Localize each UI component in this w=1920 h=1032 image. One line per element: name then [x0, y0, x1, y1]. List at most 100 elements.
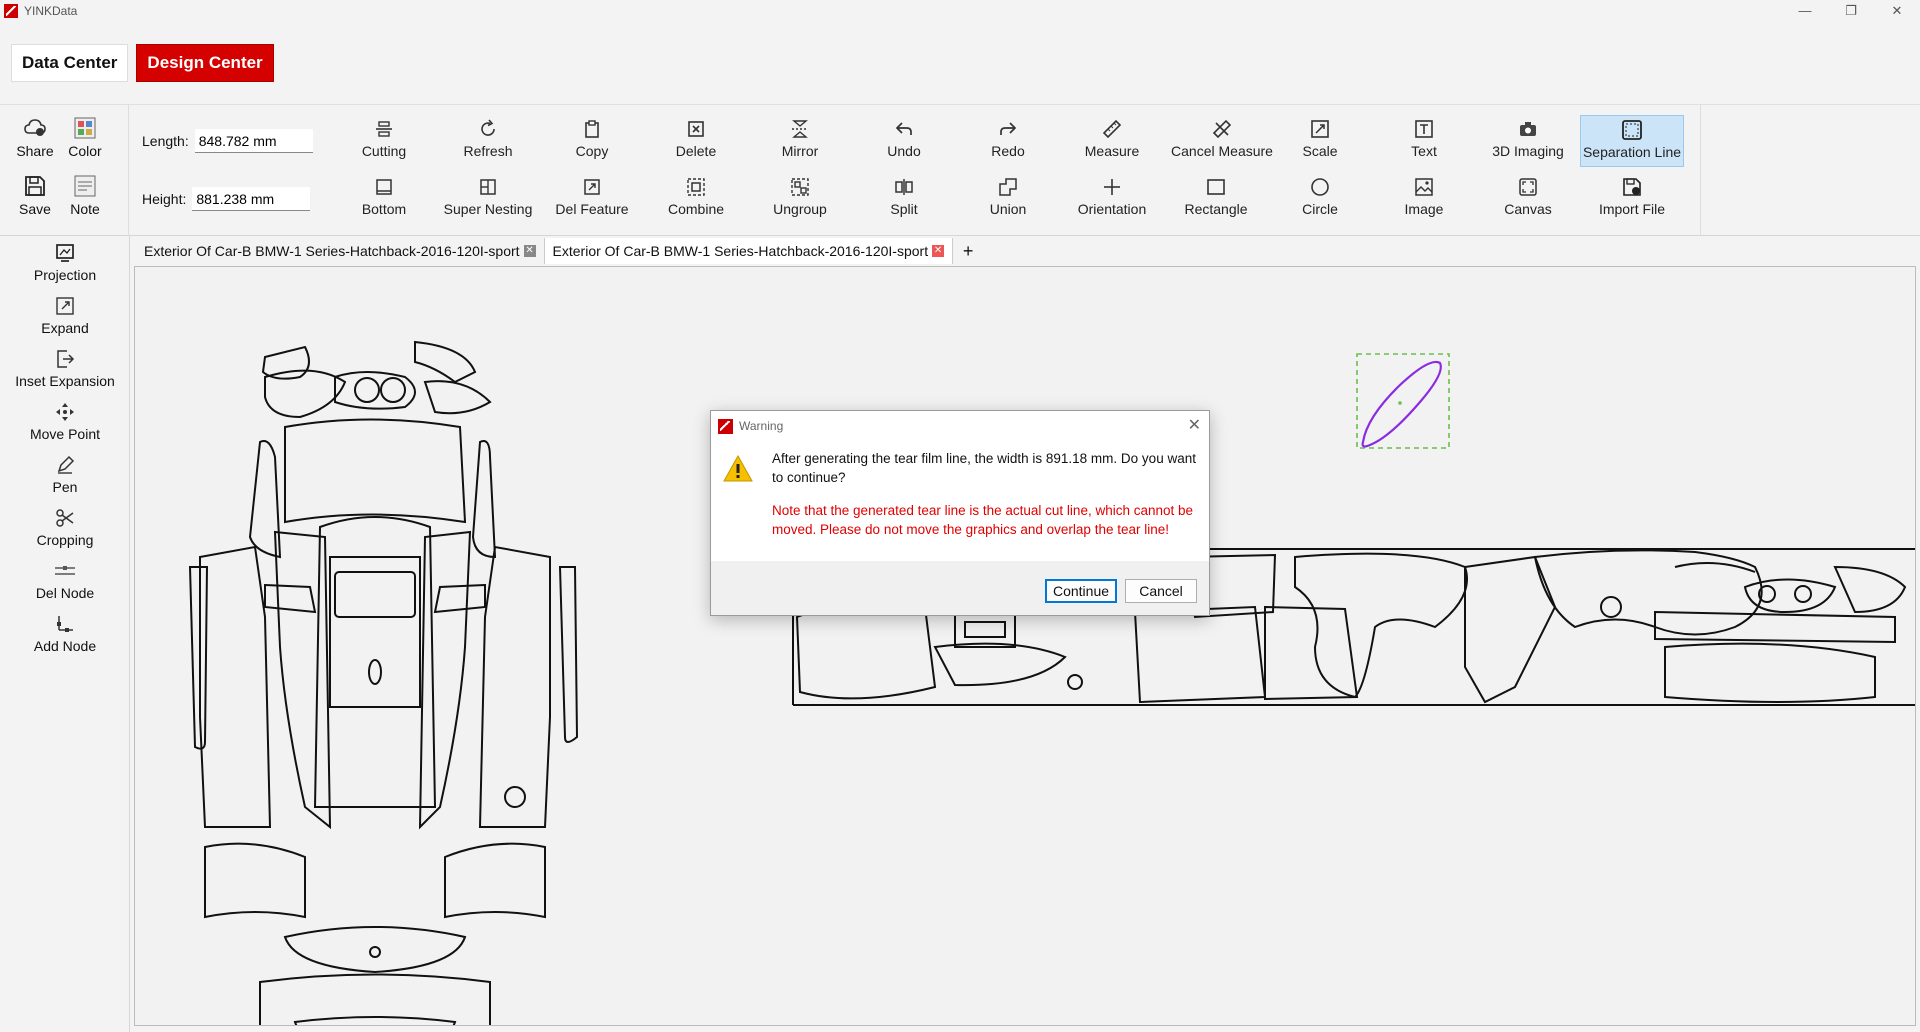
split-button[interactable]: Split: [852, 173, 956, 223]
expand-icon: [54, 295, 76, 317]
union-label: Union: [989, 201, 1027, 217]
delete-button[interactable]: Delete: [644, 115, 748, 165]
rectangle-label: Rectangle: [1184, 201, 1248, 217]
ribbon-divider-end: [1700, 104, 1701, 236]
3d-imaging-button[interactable]: 3D Imaging: [1476, 115, 1580, 165]
bottom-label: Bottom: [361, 201, 407, 217]
selected-shape: [1361, 360, 1442, 448]
add-node-icon: [54, 613, 76, 635]
color-button[interactable]: Color: [60, 113, 110, 163]
share-button[interactable]: Share: [10, 113, 60, 163]
center-switcher: Data Center Design Center: [11, 44, 274, 82]
3d-imaging-label: 3D Imaging: [1492, 143, 1564, 159]
ungroup-label: Ungroup: [773, 201, 827, 217]
redo-label: Redo: [991, 143, 1025, 159]
crosshair-icon: [1101, 176, 1123, 198]
text-label: Text: [1411, 143, 1437, 159]
minimize-button[interactable]: —: [1782, 0, 1828, 22]
inset-expansion-icon: [54, 348, 76, 370]
save-button[interactable]: Save: [10, 171, 60, 221]
app-title: YINKData: [24, 4, 78, 18]
mirror-button[interactable]: Mirror: [748, 115, 852, 165]
note-button[interactable]: Note: [60, 171, 110, 221]
design-canvas[interactable]: [134, 266, 1916, 1026]
split-label: Split: [890, 201, 918, 217]
measure-button[interactable]: Measure: [1060, 115, 1164, 165]
close-tab-icon[interactable]: ✕: [523, 245, 536, 257]
circle-label: Circle: [1302, 201, 1338, 217]
cutting-label: Cutting: [361, 143, 407, 159]
union-button[interactable]: Union: [956, 173, 1060, 223]
close-window-button[interactable]: ✕: [1874, 0, 1920, 22]
del-feature-label: Del Feature: [555, 201, 629, 217]
color-label: Color: [68, 143, 102, 159]
ungroup-button[interactable]: Ungroup: [748, 173, 852, 223]
design-center-button[interactable]: Design Center: [136, 44, 274, 82]
dialog-body: After generating the tear film line, the…: [711, 441, 1209, 561]
cancel-ruler-icon: [1211, 118, 1233, 140]
sidebar-item-pen[interactable]: Pen: [0, 454, 130, 495]
document-tab[interactable]: Exterior Of Car-B BMW-1 Series-Hatchback…: [136, 238, 545, 264]
sidebar-item-projection[interactable]: Projection: [0, 242, 130, 283]
image-button[interactable]: Image: [1372, 173, 1476, 223]
mirror-icon: [789, 118, 811, 140]
continue-button[interactable]: Continue: [1045, 579, 1117, 603]
circle-icon: [1309, 176, 1331, 198]
redo-icon: [997, 118, 1019, 140]
canvas-button[interactable]: Canvas: [1476, 173, 1580, 223]
length-label: Length:: [142, 133, 189, 149]
cancel-measure-button[interactable]: Cancel Measure: [1164, 115, 1280, 165]
length-row: Length:: [142, 129, 313, 153]
canvas-icon: [1517, 176, 1539, 198]
sidebar-item-del-node[interactable]: Del Node: [0, 560, 130, 601]
separation-line-button[interactable]: Separation Line: [1580, 115, 1684, 167]
rectangle-button[interactable]: Rectangle: [1164, 173, 1268, 223]
camera-icon: [1517, 118, 1539, 140]
sidebar-item-move-point[interactable]: Move Point: [0, 401, 130, 442]
close-tab-icon[interactable]: ✕: [932, 245, 945, 257]
ruler-icon: [1101, 118, 1123, 140]
circle-button[interactable]: Circle: [1268, 173, 1372, 223]
app-logo-icon: [4, 4, 18, 18]
sidebar-item-add-node[interactable]: Add Node: [0, 613, 130, 654]
sidebar-item-cropping[interactable]: Cropping: [0, 507, 130, 548]
sidebar-item-inset-expansion[interactable]: Inset Expansion: [0, 348, 130, 389]
del-feature-button[interactable]: Del Feature: [540, 173, 644, 223]
orientation-button[interactable]: Orientation: [1060, 173, 1164, 223]
separation-line-label: Separation Line: [1582, 144, 1682, 160]
add-tab-button[interactable]: +: [953, 238, 983, 264]
super-nesting-button[interactable]: Super Nesting: [436, 173, 540, 223]
cancel-measure-label: Cancel Measure: [1171, 143, 1273, 159]
refresh-button[interactable]: Refresh: [436, 115, 540, 165]
sidebar-item-expand[interactable]: Expand: [0, 295, 130, 336]
text-button[interactable]: Text: [1372, 115, 1476, 165]
import-file-icon: [1621, 176, 1643, 198]
undo-label: Undo: [887, 143, 921, 159]
del-feature-icon: [581, 176, 603, 198]
combine-button[interactable]: Combine: [644, 173, 748, 223]
dialog-close-icon[interactable]: ✕: [1188, 415, 1201, 435]
copy-button[interactable]: Copy: [540, 115, 644, 165]
scale-button[interactable]: Scale: [1268, 115, 1372, 165]
height-input[interactable]: [192, 187, 311, 211]
import-file-button[interactable]: Import File: [1580, 173, 1684, 223]
maximize-button[interactable]: ❐: [1828, 0, 1874, 22]
tab-label: Exterior Of Car-B BMW-1 Series-Hatchback…: [552, 243, 929, 259]
pen-icon: [54, 454, 76, 476]
orientation-label: Orientation: [1077, 201, 1147, 217]
del-node-label: Del Node: [35, 585, 95, 601]
combine-icon: [685, 176, 707, 198]
undo-button[interactable]: Undo: [852, 115, 956, 165]
document-tab-active[interactable]: Exterior Of Car-B BMW-1 Series-Hatchback…: [544, 238, 954, 264]
bottom-button[interactable]: Bottom: [332, 173, 436, 223]
design-drawing[interactable]: [135, 267, 1916, 1026]
redo-button[interactable]: Redo: [956, 115, 1060, 165]
image-icon: [1413, 176, 1435, 198]
cutting-button[interactable]: Cutting: [332, 115, 436, 165]
data-center-button[interactable]: Data Center: [11, 44, 129, 82]
measure-label: Measure: [1084, 143, 1140, 159]
length-input[interactable]: [194, 129, 313, 153]
move-point-icon: [54, 401, 76, 423]
cancel-button[interactable]: Cancel: [1125, 579, 1197, 603]
toolbar-ribbon: Share Color Save Note Length: Height: Cu…: [0, 104, 1920, 236]
